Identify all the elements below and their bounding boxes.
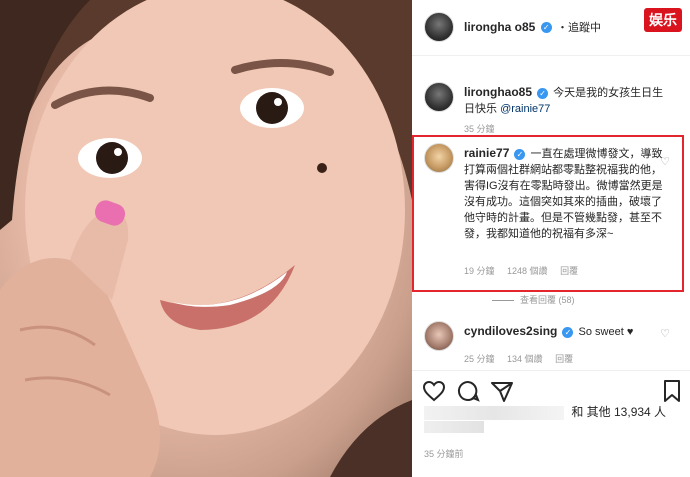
comment-text: rainie77 ✓ 一直在處理微博發文，導致打算兩個社群網站都零點整祝福我的他… [464,145,664,242]
post-photo [0,0,412,477]
verified-badge-icon: ✓ [562,326,574,338]
commenter-avatar[interactable] [424,143,454,173]
heart-outline-icon[interactable] [422,379,446,403]
commenter-username[interactable]: cyndiloves2sing [464,324,557,338]
likes-count[interactable]: 和 其他 13,934 人 [571,405,666,419]
view-replies-link[interactable]: 查看回覆 (58) [492,293,575,306]
reply-button[interactable]: 回覆 [555,354,573,364]
likes-line: 和 其他 13,934 人 [424,403,666,420]
share-icon[interactable] [490,379,514,403]
post-side-panel: lirongha o85 ✓ ・追蹤中 娱乐 lironghao85 ✓ 今天是… [412,0,690,477]
blurred-text [424,421,484,433]
commenter-username[interactable]: rainie77 [464,146,509,160]
selfie-illustration [0,0,412,477]
caption-username[interactable]: lironghao85 [464,85,532,99]
comment-meta: 19 分鐘 1248 個讚 回覆 [464,264,588,277]
comment-likes[interactable]: 134 個讚 [507,354,543,364]
caption-mention[interactable]: @rainie77 [500,103,550,115]
comment-time: 25 分鐘 [464,354,495,364]
author-avatar[interactable] [424,12,454,42]
comment-time: 19 分鐘 [464,266,495,276]
comment-like-icon[interactable]: ♡ [660,327,670,340]
verified-badge-icon: ✓ [537,87,549,99]
bookmark-icon[interactable] [660,379,684,403]
brand-watermark: 娱乐 [644,8,682,32]
comment-like-icon[interactable]: ♡ [660,155,670,168]
comment-meta: 25 分鐘 134 個讚 回覆 [464,352,583,365]
verified-badge-icon: ✓ [540,22,552,34]
heart-emoji: ♥ [626,326,634,338]
verified-badge-icon: ✓ [514,148,526,160]
caption-time: 35 分鐘 [464,124,495,134]
comment-text: cyndiloves2sing ✓ So sweet ♥ [464,323,664,340]
follow-status[interactable]: ・追蹤中 [557,22,601,34]
comment-body: So sweet [578,326,624,338]
caption-text: lironghao85 ✓ 今天是我的女孩生日生日快乐 @rainie77 [464,84,664,117]
author-line: lirongha o85 ✓ ・追蹤中 [464,19,601,35]
blurred-liker-names [424,405,564,420]
author-username[interactable]: lirongha o85 [464,20,535,34]
post-timestamp: 35 分鐘前 [424,449,464,459]
comment-body: 一直在處理微博發文，導致打算兩個社群網站都零點整祝福我的他，害得IG沒有在零點時… [464,148,663,240]
comment-likes[interactable]: 1248 個讚 [507,266,548,276]
caption-meta: 35 分鐘 [464,122,505,135]
comment-icon[interactable] [456,379,480,403]
reply-button[interactable]: 回覆 [560,266,578,276]
caption-avatar[interactable] [424,82,454,112]
commenter-avatar[interactable] [424,321,454,351]
